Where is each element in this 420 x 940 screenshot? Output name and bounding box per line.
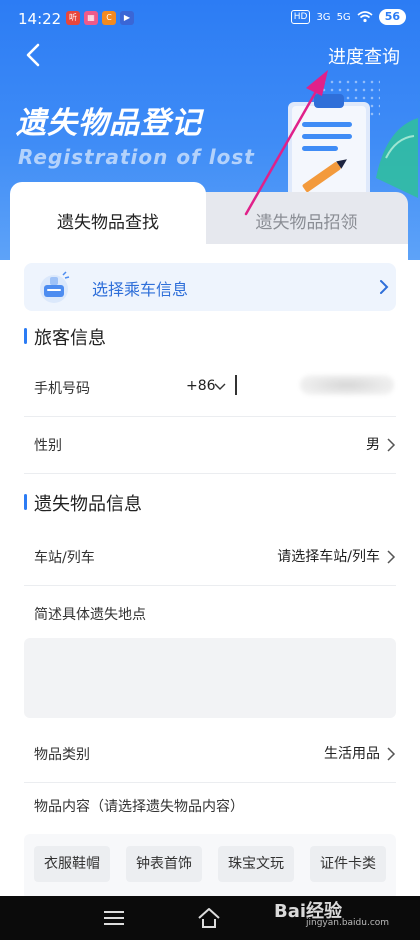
station-value: 请选择车站/列车 — [277, 549, 380, 565]
progress-query-link[interactable]: 进度查询 — [328, 43, 400, 69]
watermark-url: jingyan.baidu.com — [306, 918, 390, 928]
home-icon[interactable] — [197, 907, 221, 929]
station-row[interactable]: 车站/列车 请选择车站/列车 — [24, 530, 396, 586]
chevron-right-icon — [380, 280, 389, 294]
category-row[interactable]: 物品类别 生活用品 — [24, 727, 396, 783]
station-label: 车站/列车 — [34, 550, 95, 566]
tab-lost-item-search[interactable]: 遗失物品查找 — [10, 182, 206, 248]
chevron-right-icon — [387, 747, 396, 761]
ride-info-label: 选择乘车信息 — [92, 280, 189, 299]
tag-documents[interactable]: 证件卡类 — [310, 846, 386, 882]
tag-clothing[interactable]: 衣服鞋帽 — [34, 846, 110, 882]
location-label: 简述具体遗失地点 — [34, 607, 146, 623]
app-notification-icon: C — [102, 11, 116, 25]
gender-row[interactable]: 性别 男 — [24, 418, 396, 474]
phone-label: 手机号码 — [34, 381, 90, 397]
lost-item-section-title: 遗失物品信息 — [24, 490, 142, 516]
network-5g-indicator: 5G — [336, 11, 351, 23]
battery-indicator: 56 — [378, 9, 406, 25]
tag-watches[interactable]: 钟表首饰 — [126, 846, 202, 882]
content-label: 物品内容（请选择遗失物品内容） — [34, 799, 244, 815]
ticket-icon — [40, 271, 70, 303]
app-notification-icon: 听 — [66, 11, 80, 25]
content-tags: 衣服鞋帽 钟表首饰 珠宝文玩 证件卡类 — [24, 834, 396, 900]
status-app-icons: 听 ▦ C ▶ — [66, 11, 134, 25]
clipboard-illustration — [288, 94, 418, 208]
tab-lost-item-claim[interactable]: 遗失物品招领 — [205, 192, 408, 245]
status-bar: 14:22 听 ▦ C ▶ HD 3G 5G 56 — [0, 0, 420, 38]
network-3g-indicator: 3G — [316, 11, 331, 23]
select-ride-info-button[interactable]: 选择乘车信息 — [24, 263, 396, 311]
phone-input-blurred[interactable] — [300, 375, 394, 395]
tab-label: 遗失物品查找 — [57, 213, 159, 233]
chevron-right-icon — [387, 438, 396, 452]
status-indicators: HD 3G 5G 56 — [290, 9, 406, 25]
category-value: 生活用品 — [324, 746, 380, 762]
wifi-icon — [357, 11, 373, 23]
passenger-section-title: 旅客信息 — [24, 324, 106, 350]
chevron-down-icon[interactable] — [214, 382, 226, 391]
page-subtitle: Registration of lost — [18, 145, 255, 169]
phone-row[interactable]: 手机号码 +86 — [24, 361, 396, 417]
app-notification-icon: ▶ — [120, 11, 134, 25]
country-code-select[interactable]: +86 — [186, 378, 216, 394]
tab-label: 遗失物品招领 — [255, 213, 358, 233]
gender-label: 性别 — [34, 438, 62, 454]
chevron-left-icon — [26, 43, 40, 67]
hd-indicator: HD — [290, 10, 311, 24]
category-label: 物品类别 — [34, 747, 90, 763]
app-notification-icon: ▦ — [84, 11, 98, 25]
status-time: 14:22 — [18, 10, 62, 28]
location-textarea[interactable] — [24, 638, 396, 718]
form-card: 选择乘车信息 旅客信息 手机号码 +86 性别 男 遗失物品信息 车站/列车 请… — [10, 244, 408, 904]
back-button[interactable] — [20, 40, 48, 70]
chevron-right-icon — [387, 550, 396, 564]
page-title: 遗失物品登记 — [16, 106, 202, 141]
menu-icon[interactable] — [104, 911, 124, 925]
tag-jewelry[interactable]: 珠宝文玩 — [218, 846, 294, 882]
gender-value: 男 — [366, 437, 380, 453]
text-cursor — [235, 375, 237, 395]
